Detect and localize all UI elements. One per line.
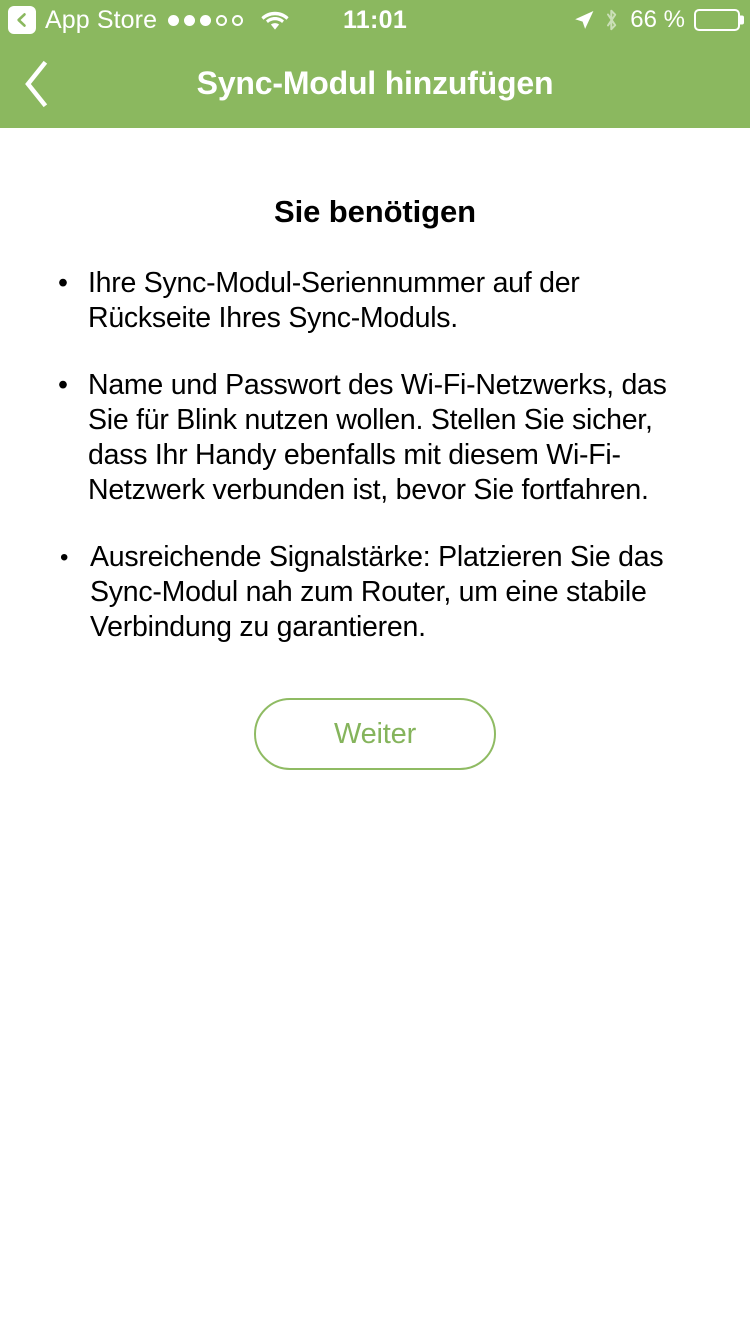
- bullet-marker-icon: •: [58, 267, 68, 299]
- status-bar-left: App Store: [8, 6, 289, 34]
- list-item-text: Ihre Sync-Modul-Seriennummer auf der Rüc…: [88, 267, 580, 334]
- app-store-back-button[interactable]: [8, 6, 36, 34]
- continue-button[interactable]: Weiter: [254, 698, 496, 770]
- list-item-text: Ausreichende Signalstärke: Platzieren Si…: [90, 541, 664, 643]
- bluetooth-icon: [607, 9, 617, 31]
- battery-percent-label: 66 %: [630, 6, 685, 33]
- back-chevron-icon: [17, 13, 26, 27]
- battery-icon: [694, 9, 744, 31]
- section-heading: Sie benötigen: [274, 194, 476, 229]
- signal-dot: [184, 14, 196, 26]
- page-title: Sync-Modul hinzufügen: [196, 65, 554, 102]
- nav-back-button[interactable]: [0, 40, 74, 128]
- list-item: • Ihre Sync-Modul-Seriennummer auf der R…: [58, 266, 705, 336]
- location-arrow-icon: [575, 11, 594, 29]
- requirements-list: • Ihre Sync-Modul-Seriennummer auf der R…: [0, 266, 750, 645]
- primary-action-row: Weiter: [0, 698, 750, 770]
- signal-dot: [168, 14, 180, 26]
- status-bar-clock: 11:01: [342, 5, 408, 34]
- signal-dot: [232, 14, 244, 26]
- battery-nub: [740, 15, 744, 25]
- list-item: • Ausreichende Signalstärke: Platzieren …: [60, 540, 705, 645]
- signal-dot: [216, 14, 228, 26]
- cellular-signal-dots: [168, 14, 244, 26]
- wifi-icon: [261, 11, 289, 30]
- list-item-text: Name und Passwort des Wi-Fi-Netzwerks, d…: [88, 369, 667, 506]
- list-item: • Name und Passwort des Wi-Fi-Netzwerks,…: [58, 368, 705, 508]
- carrier-label: App Store: [45, 5, 158, 34]
- status-bar-right: 66 %: [573, 6, 744, 33]
- chevron-left-icon: [25, 60, 48, 108]
- bullet-marker-icon: •: [58, 369, 68, 401]
- main-content: Sie benötigen • Ihre Sync-Modul-Seriennu…: [0, 128, 750, 770]
- status-bar: App Store 11:01 66 %: [0, 0, 750, 40]
- navigation-bar: Sync-Modul hinzufügen: [0, 40, 750, 128]
- signal-dot: [200, 14, 212, 26]
- bullet-marker-icon: •: [60, 544, 69, 571]
